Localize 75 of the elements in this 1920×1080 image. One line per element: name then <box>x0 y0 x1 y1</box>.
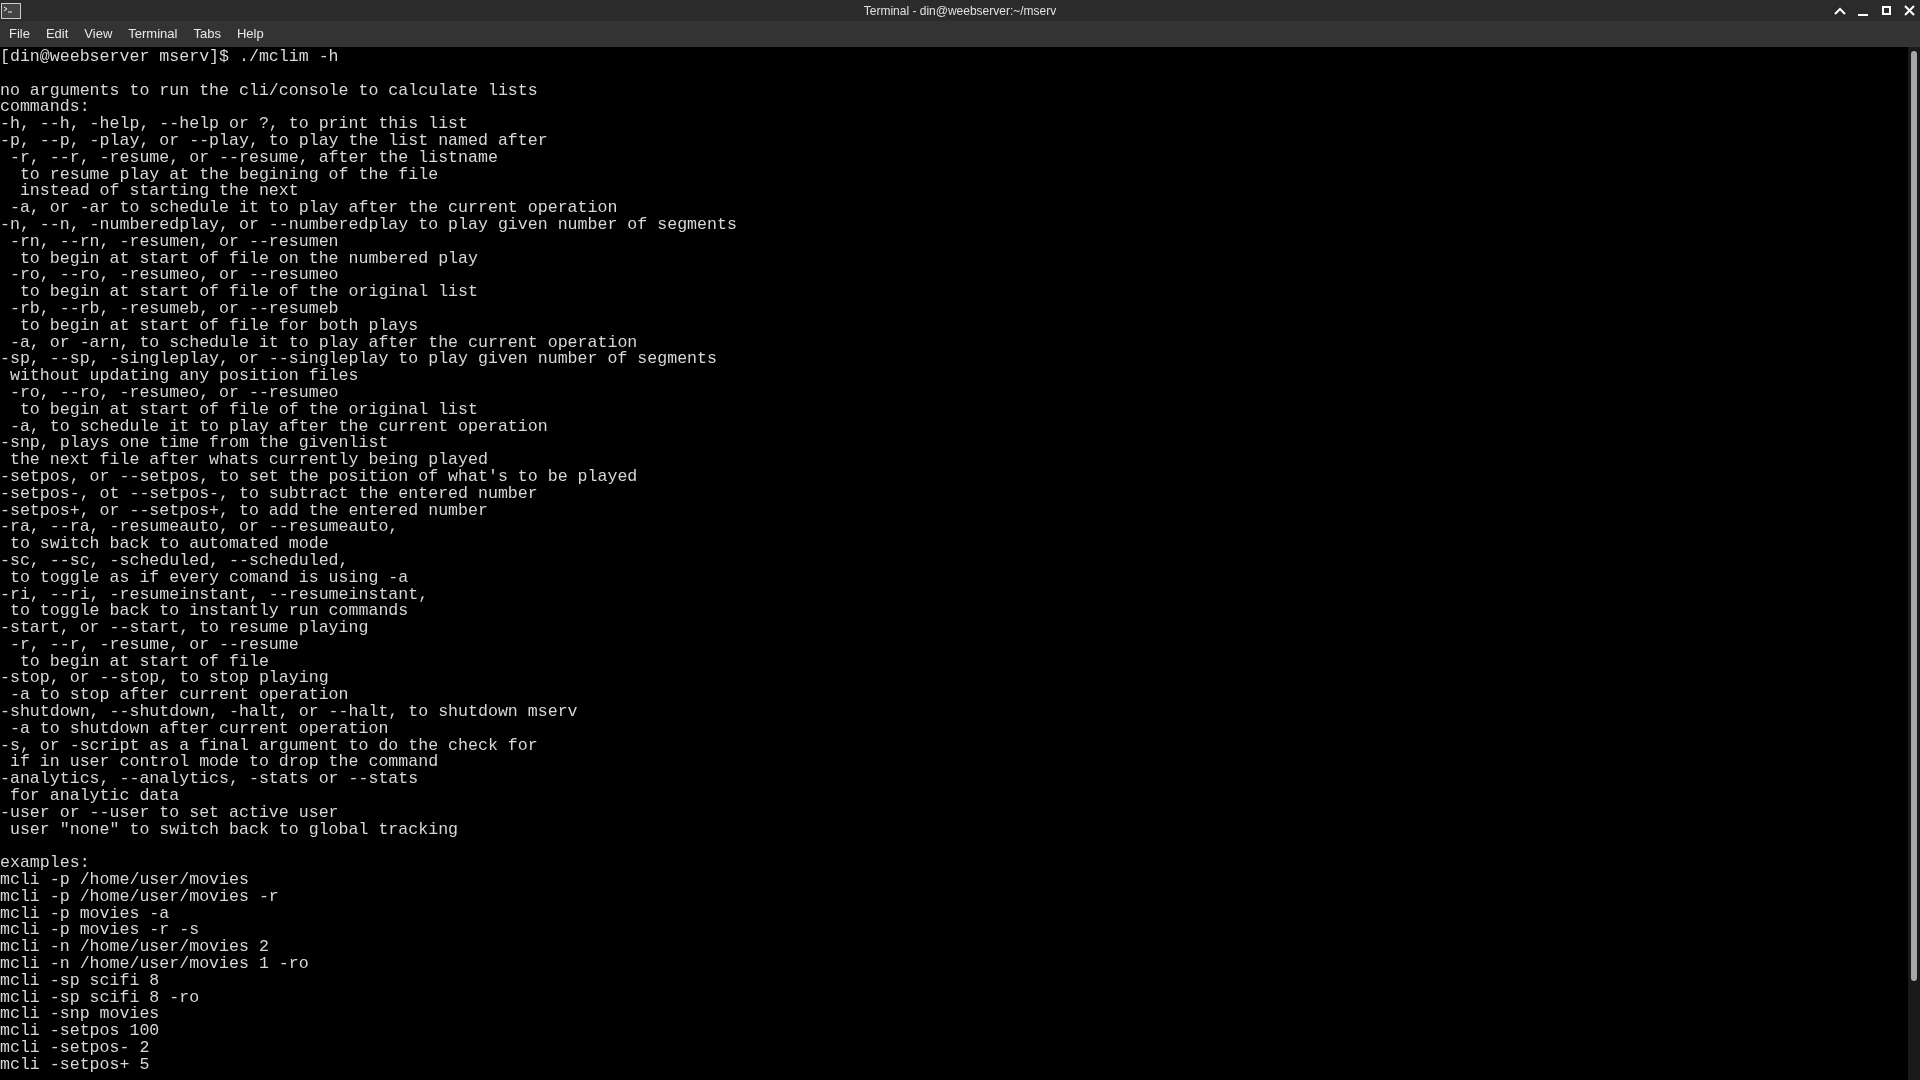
close-icon <box>1903 5 1915 16</box>
maximize-icon <box>1881 6 1891 15</box>
terminal-line: mcli -p /home/user/movies -r <box>0 888 279 906</box>
terminal-line: -analytics, --analytics, -stats or --stats <box>0 771 419 789</box>
terminal-line: -shutdown, --shutdown, -halt, or --halt, to shutdown mserv <box>0 704 578 721</box>
terminal-line: -r, --r, -resume, or --resume <box>9 636 299 654</box>
terminal-line: -a, or -arn, to schedule it to play after the current operation <box>8 334 638 352</box>
scrollbar-thumb[interactable] <box>1911 51 1917 981</box>
chevron-up-icon <box>1834 6 1846 15</box>
terminal-line: mcli -snp movies <box>0 1006 160 1024</box>
terminal-line: the next file after whats currently being played <box>8 452 488 469</box>
terminal-line: mcli -setpos+ 5 <box>0 1056 150 1074</box>
terminal-line: -rb, --rb, -resumeb, or --resumeb <box>8 300 339 318</box>
terminal-line: -setpos-, ot --setpos-, to subtract the entered number <box>0 485 538 503</box>
terminal-line: to begin at start of file <box>19 653 269 671</box>
terminal-line: -rn, --rn, -resumen, or --resumen <box>9 233 339 251</box>
terminal-line: -snp, plays one time from the givenlist <box>0 435 389 453</box>
terminal-line: -r, --r, -resume, or --resume, after the listname <box>9 149 498 167</box>
terminal-line: mcli -setpos- 2 <box>0 1040 150 1057</box>
terminal-line: -ro, --ro, -resumeo, or --resumeo <box>8 267 339 285</box>
terminal-line: commands: <box>0 99 90 117</box>
terminal-line: mcli -p /home/user/movies <box>0 872 249 889</box>
terminal-line: -ri, --ri, -resumeinstant, --resumeinstant, <box>0 586 429 604</box>
menu-item[interactable]: Terminal <box>120 24 186 44</box>
terminal-line: -p, --p, -play, or --play, to play the list named after <box>0 133 548 150</box>
terminal-line: to begin at start of file of the original list <box>19 401 478 419</box>
terminal-line: to begin at start of file on the numbered play <box>19 250 478 268</box>
terminal-line: mcli -n /home/user/movies 1 -ro <box>0 956 309 973</box>
terminal-line: to switch back to automated mode <box>8 536 329 553</box>
terminal-line: -ro, --ro, -resumeo, or --resumeo <box>8 384 339 402</box>
terminal-line: -a, to schedule it to play after the current operation <box>8 418 548 436</box>
terminal-line: to toggle as if every comand is using -a <box>9 569 409 587</box>
terminal-line: -a, or -ar to schedule it to play after the current operation <box>8 200 618 217</box>
menu-item[interactable]: View <box>76 24 121 44</box>
terminal-line: without updating any position files <box>8 368 359 385</box>
terminal-line: to begin at start of file for both plays <box>19 317 419 335</box>
terminal-line: no arguments to run the cli/console to calculate lists <box>0 82 538 100</box>
terminal-line: user "none" to switch back to global tracking <box>8 821 459 839</box>
minimize-icon <box>1858 13 1868 16</box>
menu-item[interactable]: Tabs <box>185 24 229 44</box>
terminal-line: to resume play at the begining of the file <box>19 166 439 184</box>
terminal-line: mcli -setpos 100 <box>0 1023 160 1040</box>
terminal-line: [din@weebserver mserv]$ ./mclim -h <box>0 49 339 66</box>
terminal-line: mcli -sp scifi 8 -ro <box>0 989 200 1007</box>
terminal-line: mcli -p movies -r -s <box>0 922 200 940</box>
terminal-line: -ra, --ra, -resumeauto, or --resumeauto, <box>0 519 399 537</box>
window-title: Terminal - din@weebserver:~/mserv <box>863 2 1057 20</box>
terminal-line: if in user control mode to drop the command <box>9 754 439 772</box>
menu-item[interactable]: Edit <box>37 24 77 44</box>
terminal-line: mcli -p movies -a <box>0 905 170 923</box>
terminal-icon <box>1 2 21 19</box>
terminal-line: -sp, --sp, -singleplay, or --singleplay to play given number of segments <box>0 351 717 369</box>
close-button[interactable] <box>1902 3 1916 18</box>
terminal-line: mcli -n /home/user/movies 2 <box>0 939 269 957</box>
terminal-line: examples: <box>0 855 90 873</box>
terminal-line: -start, or --start, to resume playing <box>0 620 369 637</box>
maximize-button[interactable] <box>1879 3 1893 18</box>
terminal-line: -h, --h, -help, --help or ?, to print this list <box>0 116 469 133</box>
terminal-line: -user or --user to set active user <box>0 804 339 822</box>
terminal-line: to toggle back to instantly run commands <box>9 603 409 621</box>
terminal-line: -setpos, or --setpos, to set the position of what's to be played <box>0 468 638 486</box>
terminal-line: for analytic data <box>8 788 180 805</box>
terminal-line: to begin at start of file of the original list <box>19 284 478 301</box>
terminal-line: -stop, or --stop, to stop playing <box>0 670 329 688</box>
terminal-line: -setpos+, or --setpos+, to add the entered number <box>0 502 488 520</box>
scrollbar[interactable] <box>1908 47 1920 1080</box>
menu-item[interactable]: File <box>1 24 38 44</box>
terminal-line: -a to stop after current operation <box>9 687 349 705</box>
terminal-line: -sc, --sc, -scheduled, --scheduled, <box>0 552 349 570</box>
terminal-line: -n, --n, -numberedplay, or --numberedplay to play given number of segments <box>0 216 737 234</box>
terminal-line: instead of starting the next <box>18 183 299 201</box>
terminal-line: -a to shutdown after current operation <box>9 720 389 738</box>
menu-item[interactable]: Help <box>228 24 272 44</box>
terminal-line: mcli -sp scifi 8 <box>0 972 160 990</box>
terminal-line: -s, or -script as a final argument to do the check for <box>0 737 538 755</box>
